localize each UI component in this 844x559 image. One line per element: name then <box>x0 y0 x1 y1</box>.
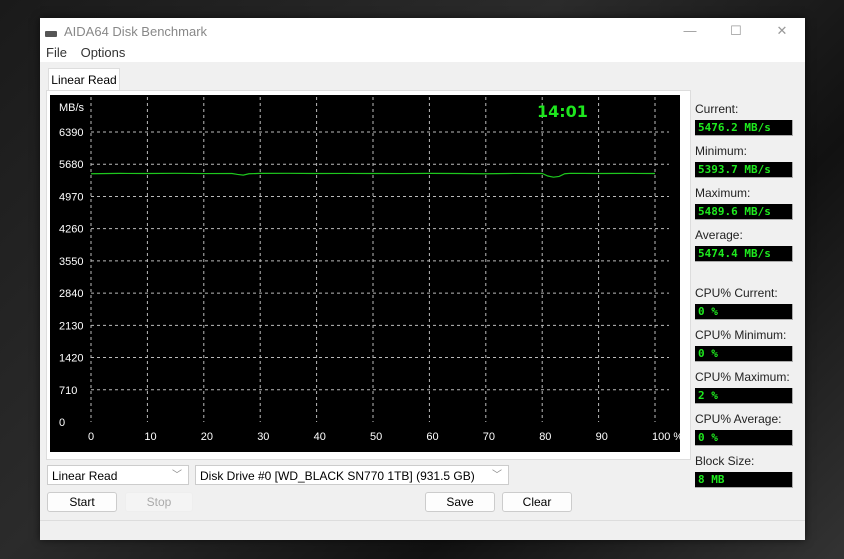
x-tick-label: 30 <box>257 431 269 443</box>
stat-label: CPU% Current: <box>695 286 778 300</box>
y-tick-label: 710 <box>59 385 77 397</box>
drive-value: Disk Drive #0 [WD_BLACK SN770 1TB] (931.… <box>200 469 475 483</box>
benchmark-chart: MB/s 14:01 0 710 1420 2130 2840 3550 4260 4970 5… <box>50 95 680 452</box>
y-tick-label: 2130 <box>59 320 83 332</box>
chevron-down-icon: ﹀ <box>172 470 182 481</box>
stat-value: 8 MB <box>695 472 793 488</box>
benchmark-window: AIDA64 Disk Benchmark — ☐ ✕ File Options… <box>40 18 805 540</box>
minimize-button[interactable]: — <box>667 18 713 44</box>
y-tick-label: 0 <box>59 417 65 429</box>
stat-label: Average: <box>695 228 743 242</box>
disk-icon <box>45 31 57 37</box>
chart-background <box>50 95 680 452</box>
x-tick-label: 50 <box>370 431 382 443</box>
close-button[interactable]: ✕ <box>759 18 805 44</box>
stats-panel: Current: 5476.2 MB/s Minimum: 5393.7 MB/s Ma… <box>695 90 800 488</box>
menu-options[interactable]: Options <box>81 45 126 60</box>
y-tick-label: 4260 <box>59 224 83 236</box>
maximize-button[interactable]: ☐ <box>713 18 759 44</box>
test-type-select[interactable]: Linear Read ﹀ <box>47 465 189 485</box>
test-type-value: Linear Read <box>52 469 118 483</box>
drive-select[interactable]: Disk Drive #0 [WD_BLACK SN770 1TB] (931.… <box>195 465 509 485</box>
stat-value: 0 % <box>695 346 793 362</box>
title-bar: AIDA64 Disk Benchmark — ☐ ✕ <box>40 18 805 44</box>
y-tick-label: 6390 <box>59 127 83 139</box>
save-button[interactable]: Save <box>425 492 495 512</box>
y-tick-label: 4970 <box>59 191 83 203</box>
x-tick-label: 60 <box>426 431 438 443</box>
stat-label: CPU% Minimum: <box>695 328 787 342</box>
stat-label: CPU% Maximum: <box>695 370 790 384</box>
menu-bar: File Options <box>40 44 805 62</box>
stat-label: Minimum: <box>695 144 748 158</box>
x-tick-label: 90 <box>596 431 608 443</box>
x-tick-label: 40 <box>314 431 326 443</box>
start-button[interactable]: Start <box>47 492 117 512</box>
y-tick-label: 3550 <box>59 256 83 268</box>
time-label: 14:01 <box>537 102 588 121</box>
y-axis-label: MB/s <box>59 102 85 114</box>
stop-button[interactable]: Stop <box>125 492 193 512</box>
stat-value: 5393.7 MB/s <box>695 162 793 178</box>
stat-value: 5489.6 MB/s <box>695 204 793 220</box>
x-tick-label: 20 <box>201 431 213 443</box>
x-tick-label: 0 <box>88 431 94 443</box>
stat-label: Block Size: <box>695 454 755 468</box>
stat-label: Current: <box>695 102 739 116</box>
stat-value: 5476.2 MB/s <box>695 120 793 136</box>
stat-value: 0 % <box>695 430 793 446</box>
x-tick-label: 80 <box>539 431 551 443</box>
menu-file[interactable]: File <box>46 45 67 60</box>
x-tick-label: 100 % <box>652 431 680 443</box>
y-tick-label: 5680 <box>59 159 83 171</box>
stat-value: 0 % <box>695 304 793 320</box>
stat-label: CPU% Average: <box>695 412 782 426</box>
y-tick-label: 2840 <box>59 288 83 300</box>
chevron-down-icon: ﹀ <box>492 470 502 481</box>
clear-button[interactable]: Clear <box>502 492 572 512</box>
stat-label: Maximum: <box>695 186 751 200</box>
window-title: AIDA64 Disk Benchmark <box>64 24 208 39</box>
tab-linear-read[interactable]: Linear Read <box>48 68 120 91</box>
stat-value: 2 % <box>695 388 793 404</box>
x-tick-label: 70 <box>483 431 495 443</box>
status-bar <box>40 520 805 541</box>
x-tick-label: 10 <box>144 431 156 443</box>
stat-value: 5474.4 MB/s <box>695 246 793 262</box>
y-tick-label: 1420 <box>59 353 83 365</box>
